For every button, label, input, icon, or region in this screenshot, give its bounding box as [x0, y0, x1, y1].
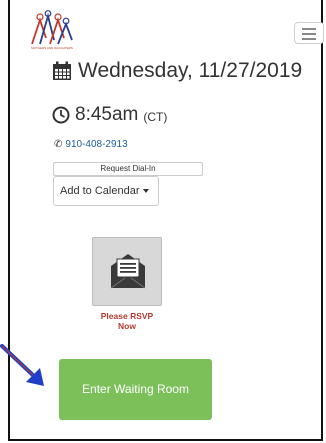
hamburger-menu-icon[interactable]: [294, 22, 324, 44]
envelope-icon: [110, 254, 146, 289]
add-to-calendar-label: Add to Calendar: [60, 185, 140, 197]
timezone-label: (CT): [143, 110, 168, 124]
app-frame: MOTHERS AND DAUGHTERS Wednesday, 11/27/2…: [8, 0, 324, 441]
event-time: 8:45am (CT): [52, 104, 167, 126]
phone-icon: ✆: [54, 139, 63, 150]
add-to-calendar-dropdown[interactable]: Add to Calendar: [53, 176, 159, 206]
svg-text:MOTHERS AND DAUGHTERS: MOTHERS AND DAUGHTERS: [31, 46, 73, 50]
caret-down-icon: [142, 189, 149, 194]
clock-icon: [52, 106, 70, 124]
enter-waiting-room-button[interactable]: Enter Waiting Room: [59, 359, 212, 420]
time-text: 8:45am: [75, 104, 139, 125]
rsvp-button[interactable]: [92, 237, 162, 306]
calendar-icon: [53, 61, 71, 80]
annotation-arrow: [0, 344, 44, 386]
phone-link[interactable]: ✆ 910-408-2913: [54, 139, 128, 150]
date-text: Wednesday, 11/27/2019: [78, 59, 303, 82]
organization-logo: MOTHERS AND DAUGHTERS: [31, 10, 73, 50]
phone-number[interactable]: 910-408-2913: [65, 139, 127, 150]
request-dial-in-button[interactable]: Request Dial-In: [53, 162, 203, 176]
event-date: Wednesday, 11/27/2019: [52, 58, 302, 84]
rsvp-label[interactable]: Please RSVP Now: [80, 311, 174, 331]
